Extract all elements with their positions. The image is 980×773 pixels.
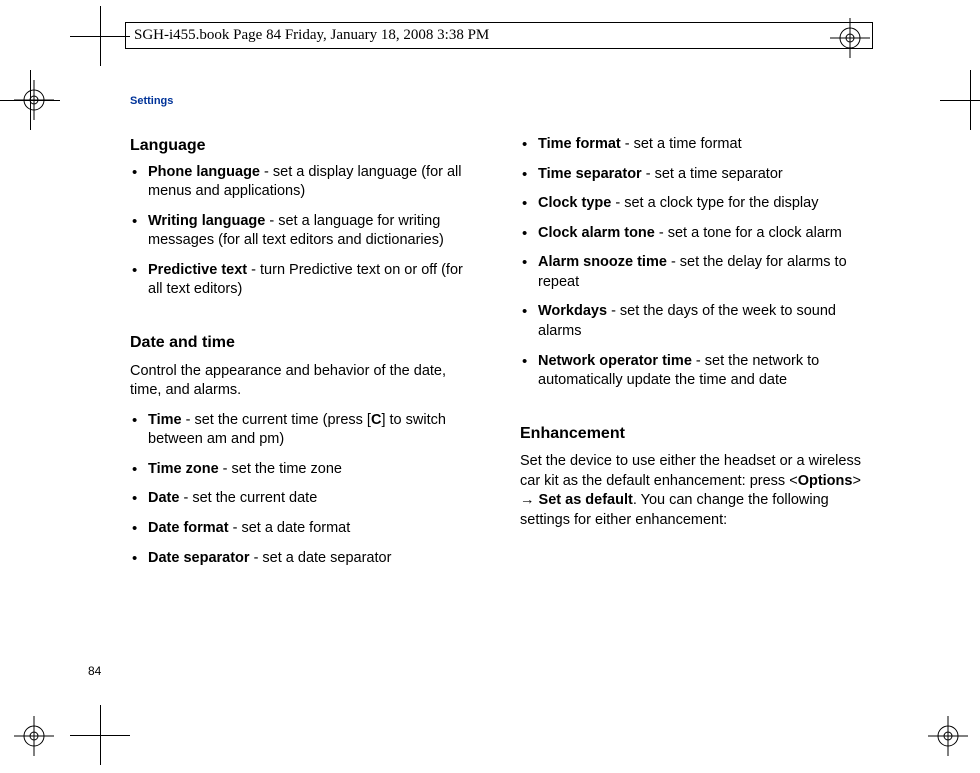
term: Date format [148,520,229,536]
term: Network operator time [538,353,692,369]
date-time-list: Time - set the current time (press [C] t… [130,411,480,568]
page-number: 84 [88,664,101,678]
list-item: Network operator time - set the network … [520,352,870,391]
section-label: Settings [130,95,870,107]
registration-mark-icon [14,716,54,756]
list-item: Predictive text - turn Predictive text o… [130,261,480,300]
list-item: Date format - set a date format [130,519,480,539]
desc: - set a clock type for the display [611,195,818,211]
crop-mark-icon [70,705,130,765]
right-column: Time format - set a time format Time sep… [520,135,870,578]
set-default-label: Set as default [539,492,633,508]
language-list: Phone language - set a display language … [130,163,480,300]
term: Writing language [148,213,265,229]
term: Clock type [538,195,611,211]
list-item: Clock alarm tone - set a tone for a cloc… [520,224,870,244]
list-item: Time separator - set a time separator [520,165,870,185]
key: C [371,412,381,428]
left-column: Language Phone language - set a display … [130,135,480,578]
enhancement-text: Set the device to use either the headset… [520,452,870,530]
list-item: Phone language - set a display language … [130,163,480,202]
term: Time format [538,136,621,152]
term: Time zone [148,461,219,477]
date-time-list-cont: Time format - set a time format Time sep… [520,135,870,391]
desc: - set a time separator [642,166,783,182]
list-item: Time format - set a time format [520,135,870,155]
term: Predictive text [148,262,247,278]
list-item: Date - set the current date [130,489,480,509]
heading-language: Language [130,135,480,157]
desc: - set a date separator [250,550,392,566]
desc: - set a date format [229,520,351,536]
list-item: Alarm snooze time - set the delay for al… [520,253,870,292]
term: Clock alarm tone [538,225,655,241]
desc: - set the time zone [219,461,342,477]
desc: - set a tone for a clock alarm [655,225,842,241]
desc: - set a time format [621,136,742,152]
term: Time [148,412,182,428]
list-item: Date separator - set a date separator [130,549,480,569]
registration-mark-icon [928,716,968,756]
list-item: Workdays - set the days of the week to s… [520,302,870,341]
page-header-meta: SGH-i455.book Page 84 Friday, January 18… [125,22,873,49]
term: Date separator [148,550,250,566]
list-item: Time zone - set the time zone [130,460,480,480]
list-item: Clock type - set a clock type for the di… [520,194,870,214]
registration-mark-icon [14,80,54,120]
term: Time separator [538,166,642,182]
list-item: Time - set the current time (press [C] t… [130,411,480,450]
heading-enhancement: Enhancement [520,423,870,445]
crop-mark-icon [70,6,130,66]
crop-mark-icon [940,70,980,130]
term: Date [148,490,179,506]
desc: - set the current time (press [ [182,412,371,428]
date-time-intro: Control the appearance and behavior of t… [130,362,480,401]
page-content: Settings Language Phone language - set a… [130,95,870,578]
term: Phone language [148,164,260,180]
term: Alarm snooze time [538,254,667,270]
list-item: Writing language - set a language for wr… [130,212,480,251]
term: Workdays [538,303,607,319]
options-label: Options [798,473,853,489]
desc: - set the current date [179,490,317,506]
heading-date-time: Date and time [130,332,480,354]
